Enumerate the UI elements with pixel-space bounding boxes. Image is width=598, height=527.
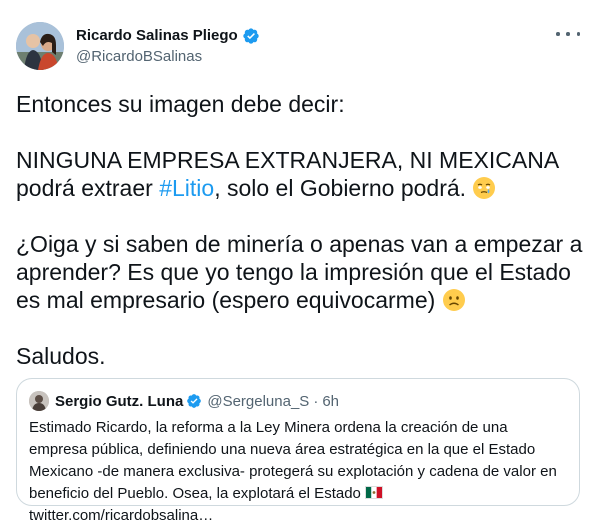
- tweet-paragraph-2: NINGUNA EMPRESA EXTRANJERA, NI MEXICANA …: [16, 146, 586, 202]
- verified-badge-icon: [243, 28, 259, 44]
- more-options-icon[interactable]: [556, 24, 580, 44]
- tweet-body: Entonces su imagen debe decir: NINGUNA E…: [16, 90, 586, 370]
- author-name[interactable]: Ricardo Salinas Pliego: [76, 26, 238, 46]
- quoted-avatar[interactable]: [29, 391, 49, 411]
- tweet-text: , solo el Gobierno podrá.: [214, 175, 473, 201]
- hashtag-link[interactable]: #Litio: [159, 175, 214, 201]
- tweet-text: ¿Oiga y si saben de minería o apenas van…: [16, 231, 583, 313]
- author-handle[interactable]: @RicardoBSalinas: [76, 47, 260, 67]
- quoted-link[interactable]: twitter.com/ricardobsalina…: [29, 507, 213, 524]
- quoted-author-handle: @Sergeluna_S: [207, 392, 310, 410]
- quoted-header: Sergio Gutz. Luna @Sergeluna_S · 6h: [55, 391, 339, 411]
- tweet-paragraph-1: Entonces su imagen debe decir:: [16, 91, 345, 117]
- tweet-paragraph-3: ¿Oiga y si saben de minería o apenas van…: [16, 230, 586, 314]
- quoted-text: Estimado Ricardo, la reforma a la Ley Mi…: [29, 417, 569, 527]
- tweet-paragraph-4: Saludos.: [16, 343, 106, 369]
- author-block: Ricardo Salinas Pliego @RicardoBSalinas: [76, 26, 260, 67]
- verified-badge-icon: [187, 394, 202, 408]
- quoted-author-name[interactable]: Sergio Gutz. Luna: [55, 393, 183, 410]
- quoted-tweet[interactable]: Sergio Gutz. Luna @Sergeluna_S · 6h Esti…: [16, 378, 580, 524]
- avatar[interactable]: [16, 22, 64, 70]
- mexico-flag-icon: [365, 486, 384, 499]
- separator-dot: ·: [313, 392, 319, 410]
- tweet: Ricardo Salinas Pliego @RicardoBSalinas …: [0, 0, 598, 524]
- face-holding-back-tears-icon: [473, 177, 496, 199]
- slightly-frowning-face-icon: [442, 289, 465, 311]
- quoted-timestamp[interactable]: 6h: [322, 393, 339, 410]
- quoted-text-body: Estimado Ricardo, la reforma a la Ley Mi…: [29, 419, 557, 502]
